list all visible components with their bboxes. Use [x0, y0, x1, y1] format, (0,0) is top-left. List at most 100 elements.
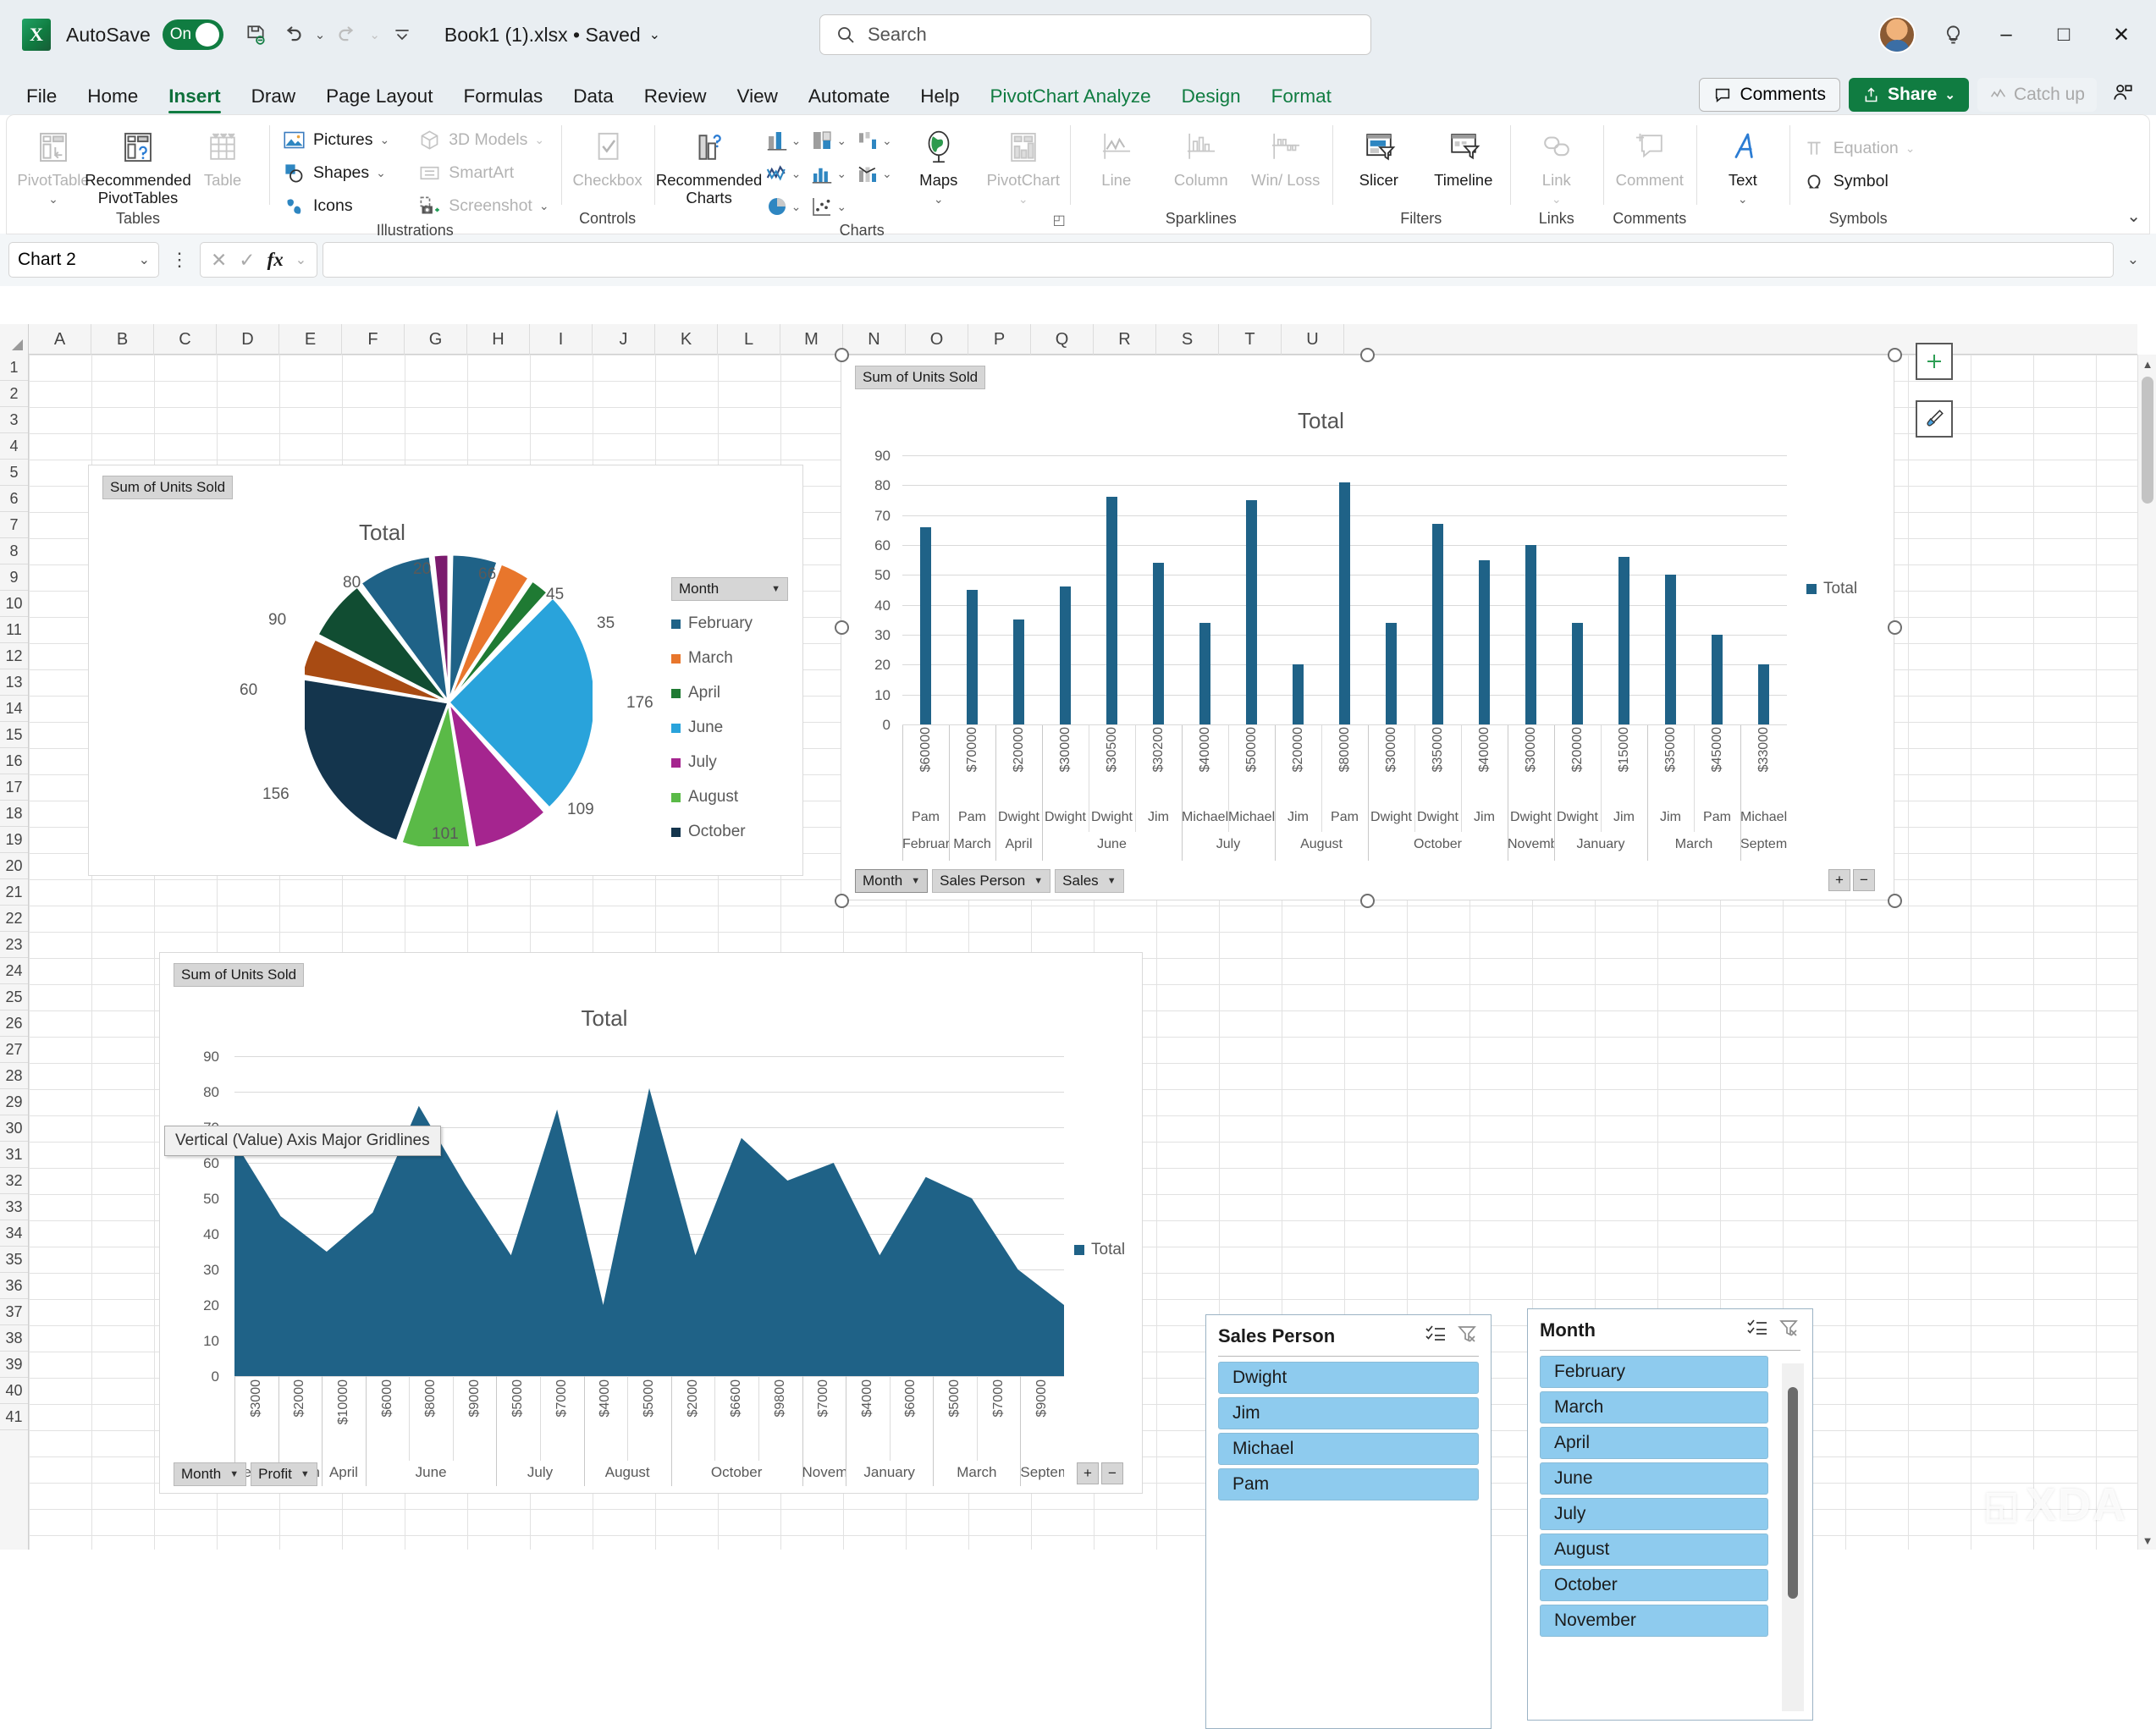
slicer-month[interactable]: Month February March April June July Aug…: [1527, 1308, 1813, 1721]
row-header-28[interactable]: 28: [0, 1063, 28, 1089]
column-header-K[interactable]: K: [655, 324, 718, 355]
catch-up-button[interactable]: Catch up: [1977, 78, 2097, 112]
collapse-ribbon-icon[interactable]: ⌄: [2126, 206, 2141, 227]
slicer-item-june[interactable]: June: [1540, 1462, 1768, 1495]
redo-icon[interactable]: [330, 18, 364, 52]
area-chart-field-button[interactable]: Sum of Units Sold: [174, 963, 304, 987]
slicer-item-february[interactable]: February: [1540, 1356, 1768, 1388]
row-header-14[interactable]: 14: [0, 696, 28, 722]
scatter-chart-caret-icon[interactable]: ⌄: [836, 200, 846, 214]
resize-handle-nw[interactable]: [835, 348, 849, 362]
tab-automate[interactable]: Automate: [794, 80, 904, 115]
row-header-15[interactable]: 15: [0, 722, 28, 748]
row-header-10[interactable]: 10: [0, 591, 28, 617]
row-header-4[interactable]: 4: [0, 433, 28, 460]
clear-filter-icon[interactable]: [1457, 1324, 1479, 1349]
smartart-button[interactable]: SmartArt: [410, 157, 555, 189]
area-chart-expand-button[interactable]: +: [1077, 1462, 1099, 1484]
slicer-item-jim[interactable]: Jim: [1218, 1397, 1479, 1429]
save-icon[interactable]: [239, 18, 273, 52]
name-box-caret-icon[interactable]: ⌄: [139, 251, 150, 268]
link-button[interactable]: Link ⌄: [1515, 122, 1598, 210]
tab-formulas[interactable]: Formulas: [449, 80, 557, 115]
row-header-3[interactable]: 3: [0, 407, 28, 433]
row-header-32[interactable]: 32: [0, 1168, 28, 1194]
column-header-B[interactable]: B: [91, 324, 154, 355]
maps-button[interactable]: Maps ⌄: [897, 122, 980, 210]
share-button[interactable]: Share ⌄: [1849, 78, 1969, 112]
select-all-corner[interactable]: [0, 324, 29, 355]
resize-handle-n[interactable]: [1360, 348, 1375, 362]
3d-models-caret-icon[interactable]: ⌄: [534, 133, 544, 147]
statistic-chart-icon[interactable]: ⌄: [806, 158, 850, 189]
column-header-M[interactable]: M: [780, 324, 843, 355]
row-header-35[interactable]: 35: [0, 1247, 28, 1273]
slicer-item-michael[interactable]: Michael: [1218, 1433, 1479, 1465]
minimize-button[interactable]: –: [1980, 11, 2032, 58]
area-chart-collapse-button[interactable]: −: [1101, 1462, 1123, 1484]
row-header-26[interactable]: 26: [0, 1010, 28, 1037]
column-header-S[interactable]: S: [1156, 324, 1219, 355]
area-field-button-profit[interactable]: Profit▼: [251, 1462, 317, 1486]
comments-button[interactable]: Comments: [1699, 78, 1840, 112]
multi-select-icon[interactable]: [1746, 1318, 1768, 1343]
row-header-34[interactable]: 34: [0, 1220, 28, 1247]
row-header-37[interactable]: 37: [0, 1299, 28, 1325]
bar-field-button-sales[interactable]: Sales▼: [1055, 869, 1123, 893]
bar-chart-object[interactable]: Sum of Units Sold Total 0102030405060708…: [841, 355, 1894, 900]
column-header-L[interactable]: L: [718, 324, 780, 355]
enter-icon[interactable]: ✓: [239, 249, 255, 272]
chart-styles-brush-icon[interactable]: [1916, 400, 1953, 438]
slicer-item-november[interactable]: November: [1540, 1605, 1768, 1637]
sl icer-item-august[interactable]: August: [1540, 1534, 1768, 1566]
resize-handle-ne[interactable]: [1888, 348, 1902, 362]
column-header-U[interactable]: U: [1282, 324, 1344, 355]
column-header-I[interactable]: I: [530, 324, 593, 355]
more-options-icon[interactable]: ⋮: [164, 249, 195, 271]
row-header-16[interactable]: 16: [0, 748, 28, 774]
column-header-A[interactable]: A: [29, 324, 91, 355]
column-header-O[interactable]: O: [906, 324, 968, 355]
slicer-button[interactable]: Slicer: [1337, 122, 1420, 193]
slicer-item-pam[interactable]: Pam: [1218, 1468, 1479, 1500]
row-header-33[interactable]: 33: [0, 1194, 28, 1220]
pie-chart-caret-icon[interactable]: ⌄: [791, 200, 802, 214]
row-header-41[interactable]: 41: [0, 1404, 28, 1430]
document-title-caret[interactable]: ⌄: [649, 26, 660, 43]
tab-insert[interactable]: Insert: [154, 80, 234, 115]
pie-legend-field-button[interactable]: Month ▼: [671, 577, 788, 601]
text-caret-icon[interactable]: ⌄: [1738, 192, 1748, 206]
screenshot-caret-icon[interactable]: ⌄: [539, 199, 549, 213]
table-button[interactable]: Table: [181, 122, 264, 193]
pivottable-button[interactable]: PivotTable ⌄: [12, 122, 95, 210]
user-avatar[interactable]: [1878, 16, 1916, 53]
sparkline-line-button[interactable]: Line: [1075, 122, 1158, 193]
autosave-toggle[interactable]: On: [163, 19, 223, 50]
maps-caret-icon[interactable]: ⌄: [934, 192, 944, 206]
column-header-C[interactable]: C: [154, 324, 217, 355]
slicer-item-october[interactable]: October: [1540, 1569, 1768, 1601]
bar-field-caret-salesperson[interactable]: ▼: [1034, 876, 1043, 886]
row-header-39[interactable]: 39: [0, 1352, 28, 1378]
text-button[interactable]: Text ⌄: [1701, 122, 1784, 210]
row-header-5[interactable]: 5: [0, 460, 28, 486]
column-header-N[interactable]: N: [843, 324, 906, 355]
resize-handle-sw[interactable]: [835, 894, 849, 908]
pie-legend-caret-icon[interactable]: ▼: [771, 584, 780, 594]
area-field-button-month[interactable]: Month▼: [174, 1462, 246, 1486]
row-header-18[interactable]: 18: [0, 801, 28, 827]
row-header-31[interactable]: 31: [0, 1142, 28, 1168]
row-header-11[interactable]: 11: [0, 617, 28, 643]
resize-handle-w[interactable]: [835, 620, 849, 635]
row-header-23[interactable]: 23: [0, 932, 28, 958]
comment-button[interactable]: Comment: [1608, 122, 1691, 193]
column-header-Q[interactable]: Q: [1031, 324, 1094, 355]
pictures-button[interactable]: Pictures ⌄: [274, 124, 396, 156]
column-header-T[interactable]: T: [1219, 324, 1282, 355]
row-header-17[interactable]: 17: [0, 774, 28, 801]
slicer-item-dwight[interactable]: Dwight: [1218, 1362, 1479, 1394]
bar-chart-expand-button[interactable]: +: [1828, 869, 1850, 891]
column-header-D[interactable]: D: [217, 324, 279, 355]
scatter-chart-icon[interactable]: ⌄: [806, 191, 850, 222]
column-header-R[interactable]: R: [1094, 324, 1156, 355]
